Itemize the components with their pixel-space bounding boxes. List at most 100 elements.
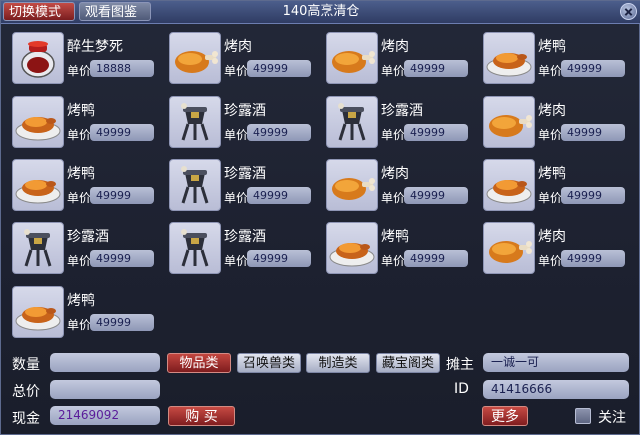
item-cell[interactable]: 烤肉单价 49999 xyxy=(483,222,638,280)
unit-price-field: 49999 xyxy=(90,250,154,267)
item-name: 烤鸭 xyxy=(67,166,95,182)
roast-duck-icon[interactable] xyxy=(12,159,64,211)
switch-mode-button[interactable]: 切换模式 xyxy=(3,2,75,21)
tab-summoned-beasts[interactable]: 召唤兽类 xyxy=(237,353,301,373)
item-name: 珍露酒 xyxy=(381,103,423,119)
unit-price-label: 单价 xyxy=(381,254,406,268)
unit-price-label: 单价 xyxy=(67,318,92,332)
unit-price-field: 49999 xyxy=(247,60,311,77)
item-cell[interactable]: 烤肉单价 49999 xyxy=(169,32,324,90)
roast-duck-icon[interactable] xyxy=(326,222,378,274)
unit-price-field: 49999 xyxy=(404,124,468,141)
roast-duck-icon[interactable] xyxy=(483,32,535,84)
item-cell[interactable]: 烤肉单价 49999 xyxy=(326,159,481,217)
item-cell[interactable]: 烤鸭 单价 49999 xyxy=(12,286,167,344)
more-button[interactable]: 更多 xyxy=(482,406,528,426)
unit-price-label: 单价 xyxy=(224,64,249,78)
unit-price-label: 单价 xyxy=(67,128,92,142)
cash-label: 现金 xyxy=(12,411,40,427)
item-cell[interactable]: 珍露酒单价 49999 xyxy=(326,96,481,154)
wine-jar-icon[interactable] xyxy=(12,32,64,84)
total-price-label: 总价 xyxy=(12,384,40,400)
roast-meat-icon[interactable] xyxy=(483,96,535,148)
tab-crafting[interactable]: 制造类 xyxy=(306,353,370,373)
item-cell[interactable]: 烤肉单价 49999 xyxy=(326,32,481,90)
unit-price-field: 18888 xyxy=(90,60,154,77)
unit-price-field: 49999 xyxy=(247,124,311,141)
unit-price-field: 49999 xyxy=(90,124,154,141)
item-name: 珍露酒 xyxy=(67,229,109,245)
item-name: 烤肉 xyxy=(538,103,566,119)
tab-items[interactable]: 物品类 xyxy=(167,353,231,373)
unit-price-field: 49999 xyxy=(404,187,468,204)
item-name: 烤肉 xyxy=(224,39,252,55)
unit-price-field: 49999 xyxy=(561,187,625,204)
item-cell[interactable]: 烤鸭单价 49999 xyxy=(483,32,638,90)
roast-meat-icon[interactable] xyxy=(169,32,221,84)
unit-price-field: 49999 xyxy=(561,124,625,141)
item-name: 烤鸭 xyxy=(381,229,409,245)
unit-price-label: 单价 xyxy=(381,64,406,78)
quantity-label: 数量 xyxy=(12,357,40,373)
item-cell[interactable]: 珍露酒单价 49999 xyxy=(169,96,324,154)
item-name: 烤鸭 xyxy=(538,166,566,182)
unit-price-field: 49999 xyxy=(404,250,468,267)
unit-price-label: 单价 xyxy=(538,191,563,205)
roast-meat-icon[interactable] xyxy=(326,32,378,84)
item-cell[interactable]: 醉生梦死单价 18888 xyxy=(12,32,167,90)
item-cell[interactable]: 烤鸭单价 49999 xyxy=(483,159,638,217)
unit-price-label: 单价 xyxy=(538,64,563,78)
title-bar: 140高烹清仓 切换模式 观看图鉴 xyxy=(1,1,640,24)
unit-price-label: 单价 xyxy=(67,191,92,205)
item-name: 烤肉 xyxy=(381,39,409,55)
wine-cup-icon[interactable] xyxy=(169,222,221,274)
item-cell[interactable]: 珍露酒 单价 49999 xyxy=(169,159,324,217)
wine-cup-icon[interactable] xyxy=(326,96,378,148)
roast-meat-icon[interactable] xyxy=(326,159,378,211)
roast-duck-icon[interactable] xyxy=(483,159,535,211)
unit-price-label: 单价 xyxy=(224,128,249,142)
roast-duck-icon[interactable] xyxy=(12,286,64,338)
wine-cup-icon[interactable] xyxy=(169,96,221,148)
item-name: 烤肉 xyxy=(381,166,409,182)
item-cell[interactable]: 烤肉单价 49999 xyxy=(483,96,638,154)
unit-price-field: 49999 xyxy=(247,250,311,267)
close-icon[interactable] xyxy=(620,3,637,20)
follow-checkbox[interactable] xyxy=(575,408,591,424)
unit-price-label: 单价 xyxy=(381,191,406,205)
unit-price-field: 49999 xyxy=(90,187,154,204)
unit-price-label: 单价 xyxy=(538,128,563,142)
item-cell[interactable]: 珍露酒 单价 49999 xyxy=(169,222,324,280)
owner-label: 摊主 xyxy=(446,357,474,373)
owner-field: 一诚一可 xyxy=(483,353,629,372)
unit-price-field: 49999 xyxy=(404,60,468,77)
unit-price-label: 单价 xyxy=(538,254,563,268)
follow-label: 关注 xyxy=(598,410,626,426)
item-cell[interactable]: 烤鸭单价 49999 xyxy=(12,159,167,217)
wine-cup-icon[interactable] xyxy=(12,222,64,274)
item-cell[interactable]: 烤鸭单价 49999 xyxy=(12,96,167,154)
wine-cup-icon[interactable] xyxy=(169,159,221,211)
id-field: 41416666 xyxy=(483,380,629,399)
quantity-input[interactable] xyxy=(50,353,160,372)
unit-price-label: 单价 xyxy=(224,254,249,268)
unit-price-field: 49999 xyxy=(561,250,625,267)
roast-duck-icon[interactable] xyxy=(12,96,64,148)
view-catalog-button[interactable]: 观看图鉴 xyxy=(79,2,151,21)
item-cell[interactable]: 烤鸭单价 49999 xyxy=(326,222,481,280)
tab-treasure-pavilion[interactable]: 藏宝阁类 xyxy=(376,353,440,373)
unit-price-label: 单价 xyxy=(67,64,92,78)
item-name: 珍露酒 xyxy=(224,103,266,119)
unit-price-field: 49999 xyxy=(561,60,625,77)
item-name: 烤鸭 xyxy=(67,103,95,119)
item-name: 烤鸭 xyxy=(538,39,566,55)
item-name: 珍露酒 xyxy=(224,166,266,182)
id-label: ID xyxy=(454,381,469,397)
item-cell[interactable]: 珍露酒 单价 49999 xyxy=(12,222,167,280)
item-name: 烤肉 xyxy=(538,229,566,245)
item-name: 醉生梦死 xyxy=(67,39,123,55)
roast-meat-icon[interactable] xyxy=(483,222,535,274)
unit-price-label: 单价 xyxy=(381,128,406,142)
buy-button[interactable]: 购 买 xyxy=(168,406,235,426)
stall-window: 140高烹清仓 切换模式 观看图鉴 醉生梦死 单价 18888 烤肉 单价 49999 烤肉… xyxy=(0,0,640,435)
